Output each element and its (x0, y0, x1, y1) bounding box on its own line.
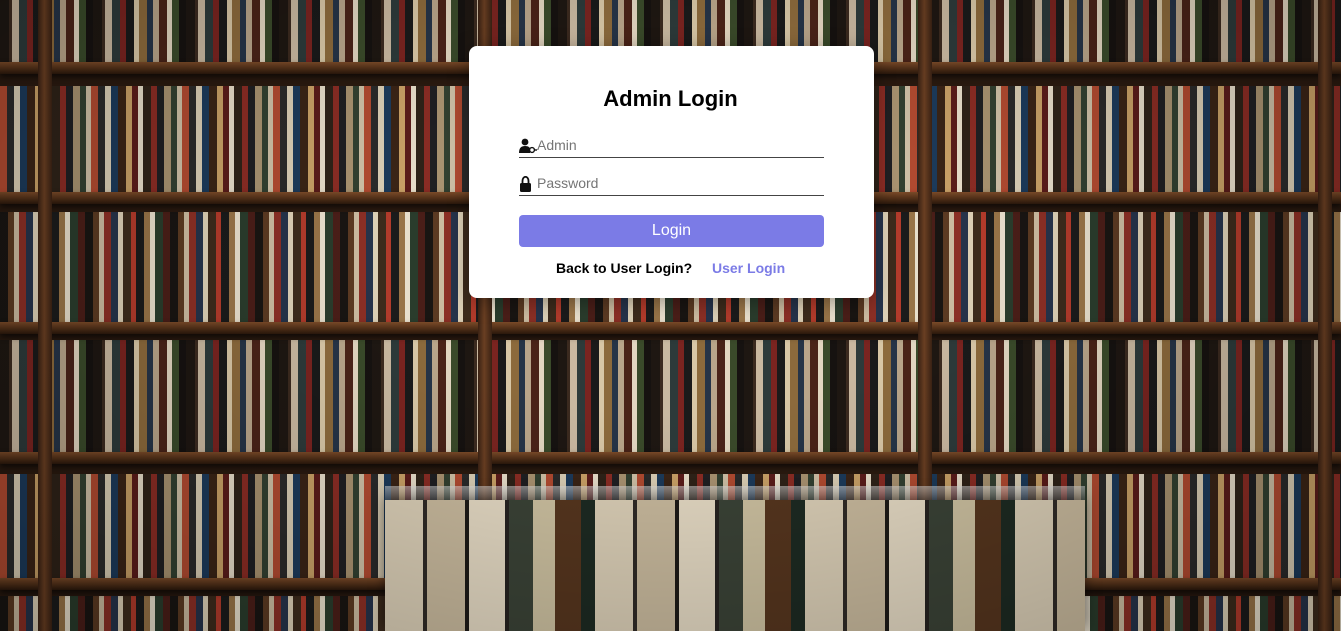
lock-icon (519, 175, 537, 192)
login-button[interactable]: Login (519, 215, 824, 247)
user-login-link[interactable]: User Login (712, 260, 785, 276)
password-field (519, 173, 824, 196)
username-input[interactable] (537, 135, 817, 155)
password-input[interactable] (537, 173, 817, 193)
user-key-icon (519, 138, 537, 154)
login-title: Admin Login (603, 86, 738, 111)
username-field (519, 135, 824, 158)
back-to-user-login-prompt: Back to User Login? (556, 260, 693, 276)
